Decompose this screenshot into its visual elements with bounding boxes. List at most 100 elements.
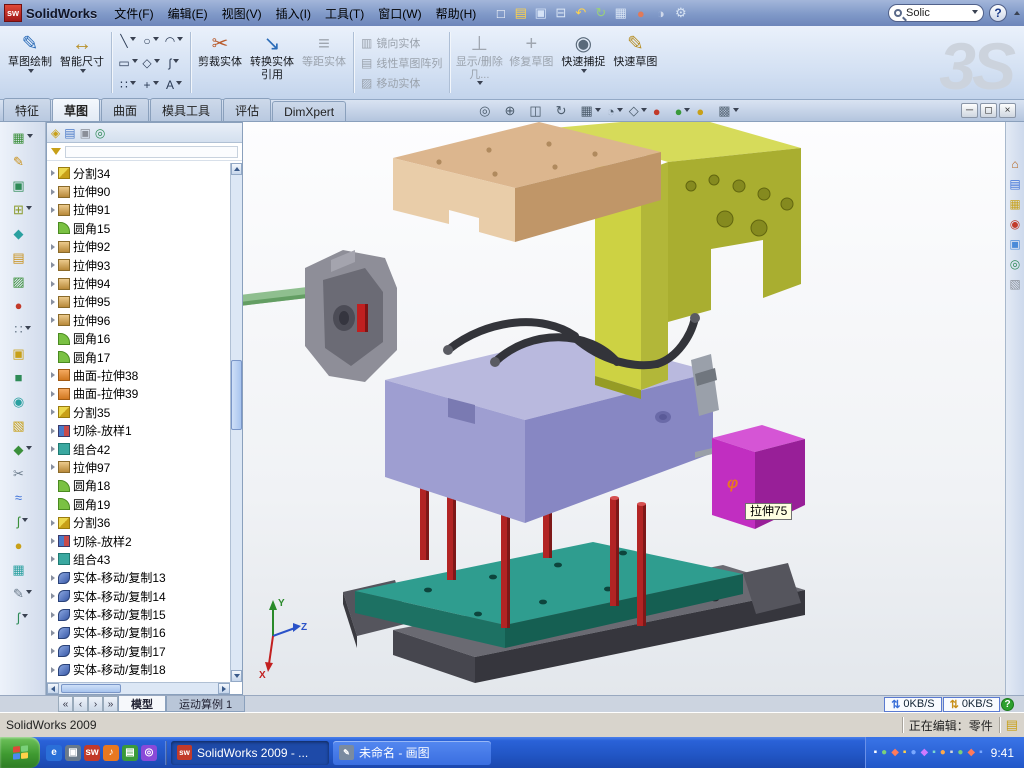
expand-arrow-icon[interactable] bbox=[51, 520, 55, 526]
appearances-icon[interactable]: ◎ bbox=[1010, 258, 1020, 270]
task-solidworks[interactable]: sw SolidWorks 2009 - ... bbox=[171, 741, 329, 765]
print-icon[interactable]: ⊟ bbox=[551, 4, 570, 23]
flyout-arrow-icon[interactable] bbox=[26, 446, 32, 453]
view-orientation-icon[interactable]: ▦ bbox=[579, 103, 603, 119]
taskbar-clock[interactable]: 9:41 bbox=[991, 746, 1014, 760]
command-tab[interactable]: 特征 bbox=[3, 98, 51, 121]
tree-item[interactable]: 拉伸97 bbox=[47, 458, 230, 476]
menu-item[interactable]: 文件(F) bbox=[107, 2, 160, 25]
offset-entities-button[interactable]: ≡ 等距实体 bbox=[298, 29, 350, 96]
extrude-tool-icon[interactable]: ▣ bbox=[4, 175, 42, 196]
zoom-area-icon[interactable]: ⊕ bbox=[502, 103, 525, 119]
tree-item[interactable]: 圆角19 bbox=[47, 495, 230, 513]
curve-tool-icon[interactable]: ʃ bbox=[4, 511, 42, 532]
sketch-grid-icon[interactable]: ▦ bbox=[4, 127, 42, 148]
tree-item[interactable]: 拉伸96 bbox=[47, 311, 230, 329]
expand-arrow-icon[interactable] bbox=[51, 464, 55, 470]
expand-arrow-icon[interactable] bbox=[51, 630, 55, 636]
dropdown-icon[interactable] bbox=[153, 37, 159, 44]
search-box[interactable]: Solic bbox=[888, 4, 984, 22]
command-tab[interactable]: 曲面 bbox=[101, 98, 149, 121]
tree-item[interactable]: 实体-移动/复制14 bbox=[47, 587, 230, 605]
hole-wizard-icon[interactable]: ◉ bbox=[4, 391, 42, 412]
previous-view-icon[interactable]: ◫ bbox=[527, 103, 551, 119]
dropdown-icon[interactable] bbox=[173, 59, 179, 66]
loft-tool-icon[interactable]: ▤ bbox=[4, 247, 42, 268]
shell-tool-icon[interactable]: ▨ bbox=[4, 271, 42, 292]
expand-arrow-icon[interactable] bbox=[51, 262, 55, 268]
dropdown-icon[interactable] bbox=[153, 81, 159, 88]
internet-explorer-icon[interactable]: e bbox=[46, 745, 62, 761]
expand-arrow-icon[interactable] bbox=[51, 667, 55, 673]
scroll-up-button[interactable] bbox=[231, 163, 242, 175]
rebuild-icon[interactable]: ↻ bbox=[591, 4, 610, 23]
mirror-entities-button[interactable]: ▥ 镜向实体 bbox=[361, 35, 442, 51]
section-view-icon[interactable]: ◇ bbox=[627, 103, 649, 119]
rib-tool-icon[interactable]: ▣ bbox=[4, 343, 42, 364]
next-tab-button[interactable]: › bbox=[88, 696, 103, 712]
tray-icon[interactable]: ● bbox=[940, 748, 946, 758]
expand-arrow-icon[interactable] bbox=[51, 372, 55, 378]
command-tab[interactable]: 评估 bbox=[223, 98, 271, 121]
tree-item[interactable]: 圆角16 bbox=[47, 330, 230, 348]
tree-item[interactable]: 圆角17 bbox=[47, 348, 230, 366]
search-results-icon[interactable]: ◉ bbox=[1010, 218, 1020, 230]
tray-icon[interactable]: ● bbox=[957, 748, 963, 758]
centerline-icon[interactable]: + bbox=[140, 74, 162, 95]
dropdown-icon[interactable] bbox=[733, 108, 739, 115]
home-icon[interactable]: ⌂ bbox=[1011, 158, 1018, 170]
dropdown-icon[interactable] bbox=[617, 108, 623, 115]
move-entities-button[interactable]: ▨ 移动实体 bbox=[361, 75, 442, 91]
expand-arrow-icon[interactable] bbox=[51, 593, 55, 599]
design-library-icon[interactable]: ▤ bbox=[1009, 178, 1020, 190]
menu-item[interactable]: 工具(T) bbox=[318, 2, 371, 25]
document-tab[interactable]: 模型 bbox=[118, 696, 166, 712]
dropdown-icon[interactable] bbox=[130, 37, 136, 44]
speed-help-badge[interactable]: ? bbox=[1001, 698, 1014, 711]
arc-icon[interactable]: ◠ bbox=[163, 30, 185, 51]
configurationmanager-tab-icon[interactable]: ▣ bbox=[80, 126, 91, 140]
scroll-left-button[interactable] bbox=[47, 683, 59, 694]
scene-ball-icon[interactable]: ● bbox=[673, 104, 693, 119]
expand-arrow-icon[interactable] bbox=[51, 575, 55, 581]
tray-icon[interactable]: ● bbox=[910, 748, 916, 758]
expand-arrow-icon[interactable] bbox=[51, 391, 55, 397]
document-tab[interactable]: 运动算例 1 bbox=[166, 696, 245, 712]
tray-icon[interactable]: ▪ bbox=[932, 748, 936, 758]
tree-item[interactable]: 组合42 bbox=[47, 440, 230, 458]
convert-entities-button[interactable]: ↘ 转换实体引用 bbox=[246, 29, 298, 96]
light-ball-icon[interactable]: ● bbox=[694, 104, 714, 119]
tree-item[interactable]: 切除-放样2 bbox=[47, 532, 230, 550]
tree-item[interactable]: 曲面-拉伸38 bbox=[47, 366, 230, 384]
tree-item[interactable]: 实体-移动/复制16 bbox=[47, 624, 230, 642]
command-tab[interactable]: 草图 bbox=[52, 98, 100, 121]
revolve-tool-icon[interactable]: ⊞ bbox=[4, 199, 42, 220]
dropdown-icon[interactable] bbox=[154, 59, 160, 66]
help-button[interactable]: ? bbox=[989, 4, 1007, 22]
tree-item[interactable]: 拉伸93 bbox=[47, 256, 230, 274]
zoom-fit-icon[interactable]: ◎ bbox=[477, 103, 500, 119]
tree-item[interactable]: 分割36 bbox=[47, 513, 230, 531]
menu-item[interactable]: 编辑(E) bbox=[161, 2, 215, 25]
tray-icon[interactable]: ◆ bbox=[921, 748, 929, 758]
tree-item[interactable]: 组合43 bbox=[47, 550, 230, 568]
flyout-arrow-icon[interactable] bbox=[26, 206, 32, 213]
tree-item[interactable]: 曲面-拉伸39 bbox=[47, 385, 230, 403]
options-icon[interactable]: ▦ bbox=[611, 4, 630, 23]
tree-vertical-scrollbar[interactable] bbox=[230, 163, 242, 682]
command-tab[interactable]: DimXpert bbox=[272, 101, 346, 121]
trim-tool-icon[interactable]: ✂ bbox=[4, 463, 42, 484]
sweep-tool-icon[interactable]: ◆ bbox=[4, 223, 42, 244]
close-document-button[interactable]: × bbox=[999, 103, 1016, 118]
dropdown-icon[interactable] bbox=[28, 69, 34, 76]
tree-item[interactable]: 拉伸91 bbox=[47, 201, 230, 219]
tree-item[interactable]: 实体-移动/复制15 bbox=[47, 605, 230, 623]
save-icon[interactable]: ▣ bbox=[531, 4, 550, 23]
flyout-arrow-icon[interactable] bbox=[22, 614, 28, 621]
menu-item[interactable]: 帮助(H) bbox=[429, 2, 484, 25]
scroll-right-button[interactable] bbox=[218, 683, 230, 694]
messenger-icon[interactable]: ◎ bbox=[141, 745, 157, 761]
dimxpertmanager-tab-icon[interactable]: ◎ bbox=[95, 126, 105, 140]
search-input[interactable]: Solic bbox=[906, 7, 966, 19]
featuremanager-tab-icon[interactable]: ◈ bbox=[51, 126, 60, 140]
